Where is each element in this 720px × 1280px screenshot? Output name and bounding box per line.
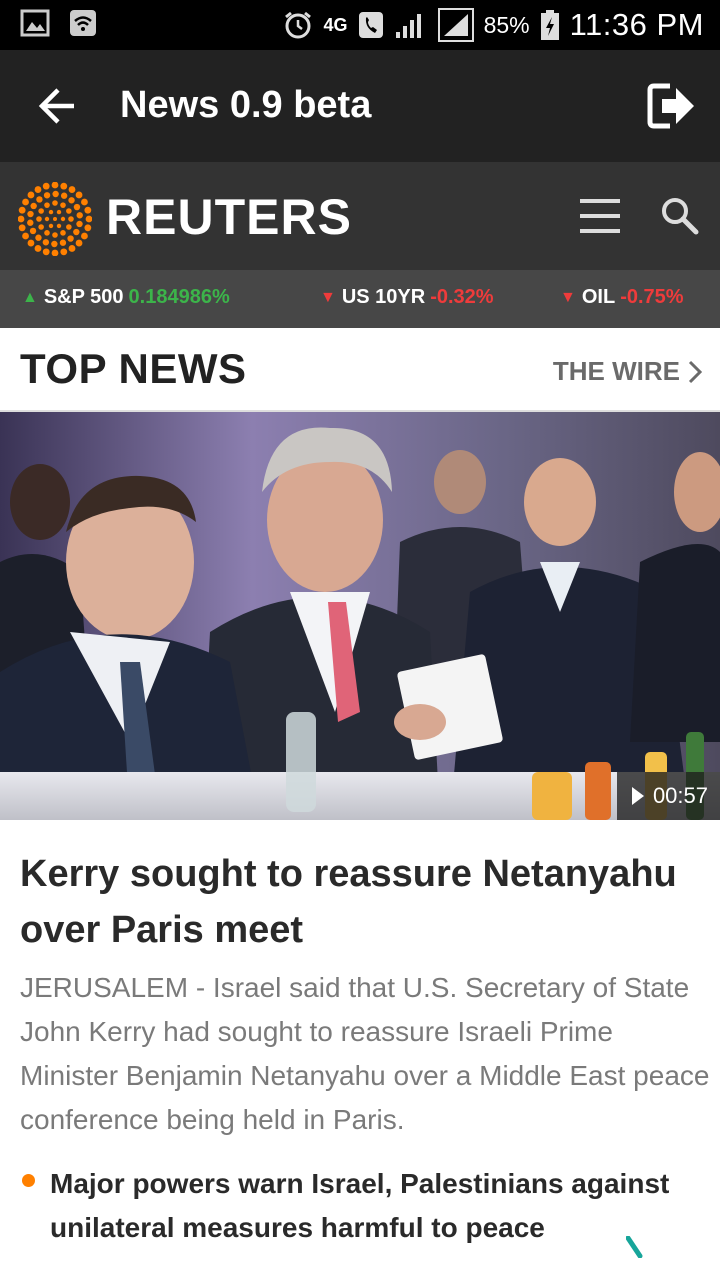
the-wire-link[interactable]: THE WIRE xyxy=(553,356,702,387)
ticker-item-us10yr[interactable]: ▼ US 10YR -0.32% xyxy=(320,286,494,309)
related-story-item[interactable]: Major powers warn Israel, Palestinians a… xyxy=(20,1162,710,1250)
reuters-header: REUTERS xyxy=(0,162,720,270)
video-duration-badge: 00:57 xyxy=(616,772,720,820)
alarm-icon xyxy=(284,11,311,39)
search-button[interactable] xyxy=(658,194,700,236)
ticker-name: US 10YR xyxy=(341,286,426,308)
exit-icon xyxy=(647,83,694,129)
hamburger-menu-icon xyxy=(580,199,620,233)
ticker-name: S&P 500 xyxy=(43,286,124,308)
video-duration: 00:57 xyxy=(652,783,708,808)
back-arrow-icon xyxy=(38,88,74,124)
article-summary: JERUSALEM - Israel said that U.S. Secret… xyxy=(20,972,710,1135)
signal-strength-secondary-icon xyxy=(437,8,474,42)
related-story-title: Major powers warn Israel, Palestinians a… xyxy=(50,1168,670,1243)
section-title: TOP NEWS xyxy=(20,345,247,392)
battery-percent: 85% xyxy=(483,11,530,38)
status-bar: 4G 85% 11:36 PM xyxy=(0,0,720,50)
clock: 11:36 PM xyxy=(569,7,704,42)
menu-button[interactable] xyxy=(578,196,622,236)
search-icon xyxy=(662,198,699,235)
battery-charging-icon xyxy=(540,10,559,40)
loading-spinner-icon xyxy=(626,1236,643,1258)
ticker-name: OIL xyxy=(581,286,616,308)
app-title: News 0.9 beta xyxy=(120,84,372,126)
up-triangle-icon: ▲ xyxy=(22,288,38,306)
ticker-value: -0.75% xyxy=(620,286,684,308)
section-header: TOP NEWS THE WIRE xyxy=(0,328,720,412)
ticker-item-oil[interactable]: ▼ OIL -0.75% xyxy=(560,286,684,309)
app-bar: News 0.9 beta xyxy=(0,50,720,162)
down-triangle-icon: ▼ xyxy=(560,288,576,306)
ticker-value: 0.184986% xyxy=(128,286,230,308)
back-button[interactable] xyxy=(30,86,80,126)
phone-call-icon xyxy=(358,12,383,38)
reuters-wordmark: REUTERS xyxy=(106,189,352,245)
ticker-value: -0.32% xyxy=(430,286,494,308)
chevron-right-icon xyxy=(688,360,702,383)
related-stories: Major powers warn Israel, Palestinians a… xyxy=(20,1162,710,1258)
wifi-notification-icon xyxy=(70,10,96,36)
bullet-icon xyxy=(22,1174,35,1187)
article-headline[interactable]: Kerry sought to reassure Netanyahu over … xyxy=(20,846,700,958)
reuters-logo-icon xyxy=(18,182,92,256)
signal-strength-icon xyxy=(395,14,421,38)
news-photo xyxy=(0,412,720,820)
the-wire-label: THE WIRE xyxy=(552,356,680,386)
hero-video-thumbnail[interactable]: 00:57 xyxy=(0,412,720,820)
network-type-label: 4G xyxy=(323,15,348,35)
ticker-item-sp500[interactable]: ▲ S&P 500 0.184986% xyxy=(22,286,230,309)
exit-button[interactable] xyxy=(646,82,698,130)
play-icon xyxy=(631,787,644,805)
down-triangle-icon: ▼ xyxy=(320,288,336,306)
gallery-notification-icon xyxy=(20,9,50,37)
market-ticker[interactable]: ▲ S&P 500 0.184986% ▼ US 10YR -0.32% ▼ O… xyxy=(0,270,720,328)
